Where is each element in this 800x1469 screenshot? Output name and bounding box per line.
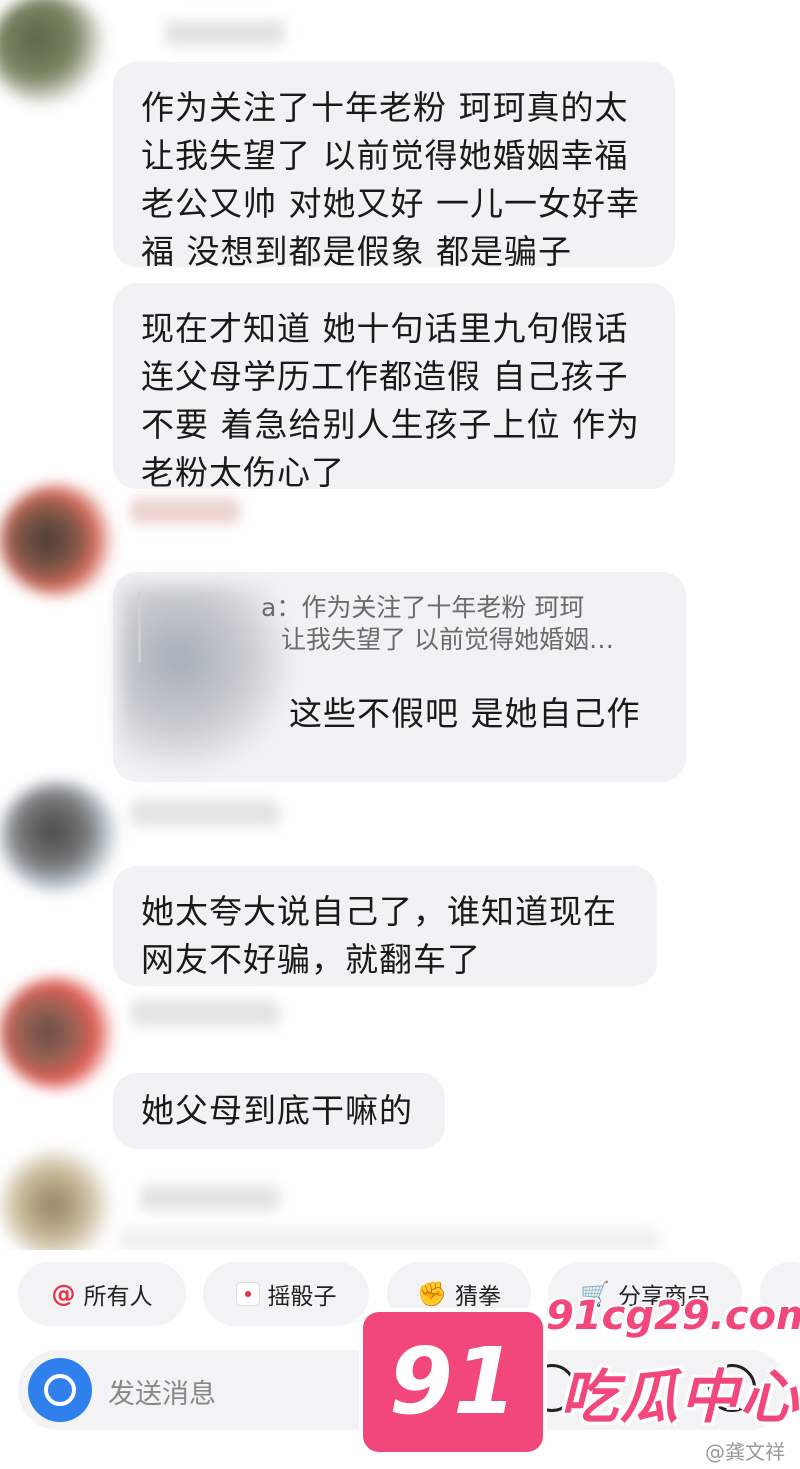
message-line: 让我失望了 以前觉得她婚姻幸福 — [141, 136, 629, 175]
chip-label: 摇骰子 — [267, 1284, 337, 1310]
message-line: 老粉太伤心了 — [141, 453, 345, 492]
sender-name — [140, 1185, 280, 1211]
avatar[interactable] — [0, 1150, 118, 1260]
watermark-url: 91cg29.com — [546, 1293, 800, 1339]
quoted-message[interactable]: a：作为关注了十年老粉 珂珂 让我失望了 以前觉得她婚姻… — [138, 592, 658, 662]
message-line: 福 没想到都是假象 都是骗子 — [141, 232, 572, 271]
message-bubble[interactable]: 她父母到底干嘛的 — [113, 1073, 445, 1149]
message-line: 老公又帅 对她又好 一儿一女好幸 — [141, 184, 640, 223]
message-line: 网友不好骗，就翻车了 — [141, 940, 481, 979]
sender-name — [130, 1000, 280, 1026]
message-bubble-partial — [120, 1228, 660, 1252]
dice-icon — [235, 1282, 260, 1306]
message-line: 她父母到底干嘛的 — [141, 1091, 413, 1130]
message-line: 不要 着急给别人生孩子上位 作为 — [141, 405, 640, 444]
quoted-line: 让我失望了 以前觉得她婚姻… — [281, 625, 614, 654]
sender-name — [130, 800, 280, 826]
avatar[interactable] — [0, 782, 118, 892]
message-line: 现在才知道 她十句话里九句假话 — [141, 309, 629, 348]
roll-dice-button[interactable]: 摇骰子 — [203, 1262, 369, 1326]
watermark-site-name: 吃瓜中心 — [560, 1363, 800, 1431]
chip-label: 猜拳 — [454, 1284, 501, 1310]
camera-button[interactable] — [28, 1358, 92, 1422]
message-bubble[interactable]: 她太夸大说自己了，谁知道现在 网友不好骗，就翻车了 — [113, 866, 657, 986]
message-line: 她太夸大说自己了，谁知道现在 — [141, 892, 617, 931]
chip-label: 所有人 — [83, 1284, 153, 1310]
mention-all-button[interactable]: @ 所有人 — [18, 1262, 186, 1326]
message-input[interactable]: 发送消息 — [108, 1372, 216, 1411]
message-line: 这些不假吧 是她自己作 — [289, 694, 641, 733]
fist-icon: ✊ — [417, 1280, 447, 1308]
camera-icon — [44, 1374, 76, 1406]
quoted-line: a：作为关注了十年老粉 珂珂 — [261, 593, 585, 622]
chat-thread: 作为关注了十年老粉 珂珂真的太 让我失望了 以前觉得她婚姻幸福 老公又帅 对她又… — [0, 0, 800, 1260]
sender-name — [130, 498, 240, 524]
watermark-91-badge: 91 — [363, 1312, 543, 1452]
message-bubble[interactable]: 现在才知道 她十句话里九句假话 连父母学历工作都造假 自己孩子 不要 着急给别人… — [113, 283, 675, 492]
message-bubble[interactable]: 作为关注了十年老粉 珂珂真的太 让我失望了 以前觉得她婚姻幸福 老公又帅 对她又… — [113, 62, 675, 271]
avatar[interactable] — [0, 0, 108, 105]
message-line: 作为关注了十年老粉 珂珂真的太 — [141, 88, 629, 127]
weibo-watermark: @龚文祥 — [705, 1440, 785, 1464]
avatar[interactable] — [0, 485, 118, 595]
avatar[interactable] — [0, 978, 118, 1088]
at-icon: @ — [51, 1280, 76, 1308]
sender-name — [165, 20, 285, 46]
message-line: 连父母学历工作都造假 自己孩子 — [141, 357, 629, 396]
